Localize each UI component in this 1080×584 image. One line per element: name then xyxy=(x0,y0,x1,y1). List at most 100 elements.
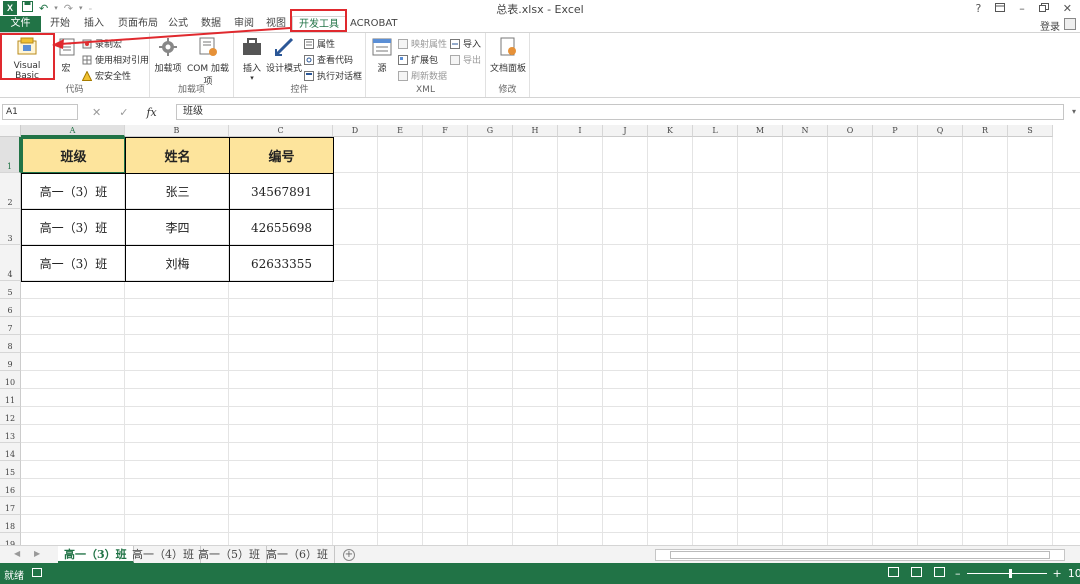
table-cell[interactable]: 高一（3）班 xyxy=(21,245,126,282)
tab-file[interactable]: 文件 xyxy=(0,16,41,32)
help-icon[interactable]: ? xyxy=(975,2,981,15)
column-header[interactable]: C xyxy=(229,125,333,137)
addins-button[interactable]: 加载项 xyxy=(152,35,184,74)
select-all-corner[interactable] xyxy=(0,125,21,137)
sheet-tab[interactable]: 高一（6）班 xyxy=(260,546,335,563)
tab-data[interactable]: 数据 xyxy=(201,16,221,32)
table-cell[interactable]: 张三 xyxy=(125,173,230,210)
formula-input[interactable]: 班级 xyxy=(176,104,1064,120)
row-header[interactable]: 15 xyxy=(0,461,21,479)
row-header[interactable]: 13 xyxy=(0,425,21,443)
column-header[interactable]: E xyxy=(378,125,423,137)
row-header[interactable]: 4 xyxy=(0,245,21,281)
macros-button[interactable]: 宏 xyxy=(55,35,77,74)
table-cell[interactable]: 高一（3）班 xyxy=(21,209,126,246)
ribbon-display-icon[interactable] xyxy=(995,2,1006,15)
row-header[interactable]: 8 xyxy=(0,335,21,353)
enter-icon[interactable]: ✓ xyxy=(119,106,128,119)
column-header[interactable]: A xyxy=(21,125,125,137)
table-cell[interactable]: 34567891 xyxy=(229,173,334,210)
table-cell[interactable]: 42655698 xyxy=(229,209,334,246)
column-header[interactable]: N xyxy=(783,125,828,137)
column-header[interactable]: O xyxy=(828,125,873,137)
horizontal-scrollbar[interactable] xyxy=(655,549,1065,561)
column-header[interactable]: P xyxy=(873,125,918,137)
scroll-thumb[interactable] xyxy=(670,551,1050,559)
sheet-tab[interactable]: 高一（4）班 xyxy=(126,546,201,563)
column-header[interactable]: R xyxy=(963,125,1008,137)
row-header[interactable]: 16 xyxy=(0,479,21,497)
column-header[interactable]: F xyxy=(423,125,468,137)
import-button[interactable]: 导入 xyxy=(450,37,481,50)
table-cell[interactable]: 李四 xyxy=(125,209,230,246)
row-header[interactable]: 17 xyxy=(0,497,21,515)
relative-reference-button[interactable]: 使用相对引用 xyxy=(82,53,149,66)
row-header[interactable]: 10 xyxy=(0,371,21,389)
com-addins-button[interactable]: COM 加载项 xyxy=(183,35,233,87)
row-header[interactable]: 9 xyxy=(0,353,21,371)
row-header[interactable]: 7 xyxy=(0,317,21,335)
row-header[interactable]: 12 xyxy=(0,407,21,425)
column-header[interactable]: L xyxy=(693,125,738,137)
zoom-out-button[interactable]: – xyxy=(955,567,961,580)
page-layout-view-icon[interactable] xyxy=(911,567,922,577)
restore-icon[interactable] xyxy=(1038,2,1049,15)
row-header[interactable]: 5 xyxy=(0,281,21,299)
add-sheet-button[interactable]: + xyxy=(343,549,355,561)
sheet-tab[interactable]: 高一（3）班 xyxy=(58,546,134,563)
row-header[interactable]: 1 xyxy=(0,137,21,173)
macro-recording-icon[interactable] xyxy=(32,568,42,577)
normal-view-icon[interactable] xyxy=(888,567,899,577)
expand-formula-icon[interactable]: ▾ xyxy=(1072,107,1076,116)
insert-control-button[interactable]: 插入 ▾ xyxy=(238,35,266,82)
column-header[interactable]: M xyxy=(738,125,783,137)
tab-insert[interactable]: 插入 xyxy=(84,16,104,32)
run-dialog-button[interactable]: 执行对话框 xyxy=(304,69,362,82)
table-cell[interactable]: 高一（3）班 xyxy=(21,173,126,210)
prev-sheet-icon[interactable]: ◀ xyxy=(14,549,20,558)
document-panel-button[interactable]: 文档面板 xyxy=(488,35,528,74)
tab-formulas[interactable]: 公式 xyxy=(168,16,188,32)
worksheet-grid[interactable]: A B C D E F G H I J K L M N O P Q R S 1 2 3 4 5 6 7 8 9 10 11 12 13 14 15… xyxy=(0,125,1080,545)
next-sheet-icon[interactable]: ▶ xyxy=(34,549,40,558)
row-header[interactable]: 14 xyxy=(0,443,21,461)
column-header[interactable]: I xyxy=(558,125,603,137)
table-header-cell[interactable]: 姓名 xyxy=(125,137,230,174)
properties-button[interactable]: 属性 xyxy=(304,37,335,50)
row-header[interactable]: 6 xyxy=(0,299,21,317)
name-box[interactable]: A1 xyxy=(2,104,78,120)
table-cell[interactable]: 刘梅 xyxy=(125,245,230,282)
column-header[interactable]: H xyxy=(513,125,558,137)
sign-in-link[interactable]: 登录 xyxy=(1040,18,1060,33)
table-cell[interactable]: 62633355 xyxy=(229,245,334,282)
tab-home[interactable]: 开始 xyxy=(50,16,70,32)
sheet-tab[interactable]: 高一（5）班 xyxy=(192,546,267,563)
tab-review[interactable]: 审阅 xyxy=(234,16,254,32)
row-header[interactable]: 18 xyxy=(0,515,21,533)
tab-page-layout[interactable]: 页面布局 xyxy=(118,16,158,32)
close-icon[interactable]: ✕ xyxy=(1063,2,1072,15)
macro-security-button[interactable]: 宏安全性 xyxy=(81,69,131,82)
cancel-icon[interactable]: ✕ xyxy=(92,106,101,119)
avatar[interactable] xyxy=(1064,18,1076,30)
insert-function-icon[interactable]: fx xyxy=(146,106,156,119)
design-mode-button[interactable]: 设计模式 xyxy=(266,35,302,74)
column-header[interactable]: S xyxy=(1008,125,1053,137)
row-header[interactable]: 3 xyxy=(0,209,21,245)
zoom-slider[interactable] xyxy=(966,569,1047,578)
refresh-data-button[interactable]: 刷新数据 xyxy=(398,69,447,82)
minimize-icon[interactable]: – xyxy=(1019,2,1025,15)
table-header-cell[interactable]: 班级 xyxy=(21,137,126,174)
tab-view[interactable]: 视图 xyxy=(266,16,286,32)
zoom-thumb[interactable] xyxy=(1008,569,1012,578)
zoom-in-button[interactable]: + xyxy=(1053,567,1062,580)
row-header[interactable]: 19 xyxy=(0,533,21,545)
column-header[interactable]: Q xyxy=(918,125,963,137)
map-properties-button[interactable]: 映射属性 xyxy=(398,37,447,50)
column-header[interactable]: D xyxy=(333,125,378,137)
record-macro-button[interactable]: 录制宏 xyxy=(82,37,122,50)
column-header[interactable]: J xyxy=(603,125,648,137)
expansion-packs-button[interactable]: 扩展包 xyxy=(398,53,438,66)
row-header[interactable]: 2 xyxy=(0,173,21,209)
view-code-button[interactable]: 查看代码 xyxy=(304,53,353,66)
